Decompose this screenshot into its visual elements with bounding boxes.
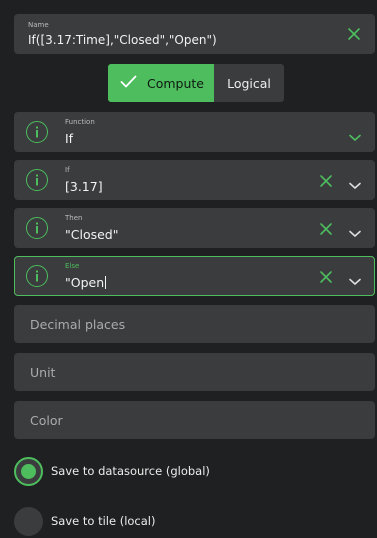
close-icon[interactable] [319,269,333,288]
color-placeholder: Color [30,413,63,428]
chevron-down-icon[interactable] [349,271,361,290]
name-field[interactable]: Name If([3.17:Time],"Closed","Open") [14,14,375,54]
compute-label: Compute [147,75,205,91]
function-select[interactable]: Function If [14,112,375,152]
info-icon[interactable] [26,217,48,239]
decimal-places-input[interactable]: Decimal places [14,305,375,343]
if-select-value: [3.17] [65,179,103,194]
color-input[interactable]: Color [14,401,375,439]
info-icon[interactable] [26,265,48,287]
mode-toggle: Compute Logical [108,64,284,102]
compute-button[interactable]: Compute [108,64,214,102]
chevron-down-icon[interactable] [349,127,361,146]
close-icon[interactable] [319,221,333,240]
close-icon[interactable] [319,173,333,192]
save-global-label: Save to datasource (global) [51,464,210,478]
close-icon[interactable] [347,26,361,45]
save-global-radio[interactable] [14,456,43,486]
function-select-value: If [65,131,74,146]
else-select-label: Else [65,262,80,270]
save-local-radio[interactable] [14,506,43,536]
else-select-text: "Open [65,275,105,290]
unit-placeholder: Unit [30,365,56,380]
info-icon[interactable] [26,121,48,143]
text-cursor [105,276,107,289]
save-local-option[interactable]: Save to tile (local) [14,506,155,536]
if-select-label: If [65,166,70,174]
else-select[interactable]: Else "Open [14,256,375,296]
logical-button[interactable]: Logical [214,64,284,102]
unit-input[interactable]: Unit [14,353,375,391]
then-select[interactable]: Then "Closed" [14,208,375,248]
if-select[interactable]: If [3.17] [14,160,375,200]
name-field-value[interactable]: If([3.17:Time],"Closed","Open") [28,33,217,47]
check-icon [120,75,137,91]
chevron-down-icon[interactable] [349,175,361,194]
name-field-label: Name [28,21,49,29]
save-local-label: Save to tile (local) [51,514,156,528]
chevron-down-icon[interactable] [349,223,361,242]
info-icon[interactable] [26,169,48,191]
then-select-label: Then [65,214,83,222]
save-global-option[interactable]: Save to datasource (global) [14,456,210,486]
logical-label: Logical [227,75,271,91]
then-select-value: "Closed" [65,227,119,242]
else-select-value[interactable]: "Open [65,275,107,290]
function-select-label: Function [65,118,95,126]
decimal-places-placeholder: Decimal places [30,317,126,332]
